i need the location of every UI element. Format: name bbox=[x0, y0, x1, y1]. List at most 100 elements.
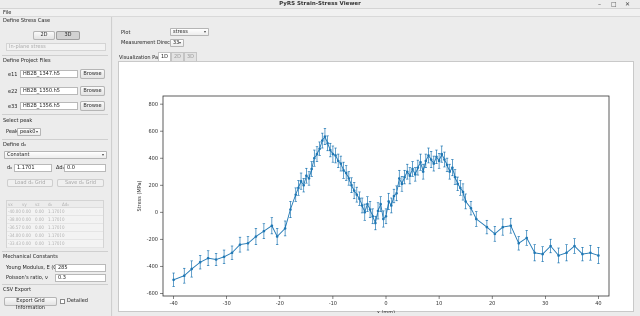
data-point bbox=[302, 183, 306, 187]
y-tick-label: -200 bbox=[147, 237, 158, 243]
tab-2d[interactable]: 2D bbox=[171, 52, 184, 61]
data-point bbox=[427, 154, 430, 157]
table-row[interactable]: -36.57 0.00 0.00 1.1701 0 bbox=[7, 224, 103, 232]
data-point bbox=[190, 267, 193, 271]
plot-label: Plot bbox=[121, 30, 131, 36]
table-cell: 1.1701 bbox=[48, 209, 61, 214]
peak-select-value: peak0 bbox=[20, 129, 36, 135]
data-point bbox=[289, 208, 292, 211]
csv-export-header: CSV Export bbox=[3, 287, 32, 293]
table-cell: 1.1701 bbox=[48, 217, 61, 222]
data-point bbox=[485, 225, 489, 229]
table-row[interactable]: -40.00 0.00 0.00 1.1701 0 bbox=[7, 208, 103, 216]
data-point bbox=[429, 158, 433, 161]
data-point bbox=[315, 152, 319, 156]
data-point bbox=[474, 217, 478, 221]
e22-browse-button[interactable]: Browse bbox=[80, 86, 105, 96]
tab-3d[interactable]: 3D bbox=[184, 52, 197, 61]
column-header: vy bbox=[22, 202, 27, 207]
poisson-ratio-field[interactable]: 0.3 bbox=[55, 274, 106, 282]
data-point bbox=[283, 227, 287, 230]
data-point bbox=[405, 170, 409, 173]
data-point bbox=[347, 177, 351, 180]
table-cell bbox=[77, 224, 103, 231]
delta-d0-field[interactable]: 0.0 bbox=[64, 164, 106, 172]
minimize-icon[interactable]: – bbox=[598, 1, 601, 8]
data-point bbox=[358, 197, 361, 201]
data-point bbox=[172, 278, 175, 282]
data-point bbox=[310, 167, 313, 171]
in-plane-stress-dropdown[interactable]: In-plane stress bbox=[6, 43, 106, 51]
data-point bbox=[443, 158, 446, 161]
e11-file-field[interactable]: HB2B_1347.h5 bbox=[20, 70, 78, 78]
data-point bbox=[411, 167, 414, 171]
tab-1d[interactable]: 1D bbox=[158, 52, 171, 61]
data-point bbox=[421, 170, 425, 173]
table-cell bbox=[77, 232, 103, 239]
e33-file-field[interactable]: HB2B_1356.h5 bbox=[20, 102, 78, 110]
chevron-down-icon: ▾ bbox=[203, 29, 206, 34]
d0-field[interactable]: 1.1701 bbox=[14, 164, 52, 172]
x-tick-label: -40 bbox=[170, 301, 178, 307]
data-point bbox=[408, 174, 412, 178]
table-cell: -34.00 bbox=[8, 233, 21, 238]
detailed-checkbox[interactable] bbox=[60, 299, 65, 304]
data-point bbox=[581, 252, 584, 256]
data-point bbox=[339, 162, 343, 165]
menu-file[interactable]: File bbox=[3, 10, 11, 16]
data-point bbox=[262, 229, 266, 233]
data-point bbox=[387, 200, 390, 203]
table-cell: -40.00 bbox=[8, 209, 21, 214]
poisson-ratio-label: Poisson's ratio, ν bbox=[6, 275, 48, 281]
youngs-modulus-field[interactable]: 285 bbox=[55, 264, 106, 272]
data-point bbox=[440, 152, 444, 156]
export-grid-button[interactable]: Export Grid Information bbox=[4, 297, 57, 311]
data-point bbox=[416, 166, 420, 169]
data-point bbox=[363, 210, 367, 214]
close-icon[interactable]: ✕ bbox=[625, 1, 630, 8]
separator bbox=[2, 114, 108, 115]
data-point bbox=[328, 148, 332, 152]
direction-select[interactable]: 33 ▾ bbox=[170, 39, 184, 47]
d0-mode-value: Constant bbox=[7, 152, 30, 158]
stress-2d-button[interactable]: 2D bbox=[33, 31, 55, 40]
data-point bbox=[464, 200, 467, 203]
detailed-label: Detailed bbox=[67, 298, 88, 304]
data-point bbox=[334, 154, 337, 157]
maximize-icon[interactable]: □ bbox=[611, 1, 617, 8]
plot-select-value: stress bbox=[173, 29, 188, 35]
table-row[interactable]: -34.00 0.00 0.00 1.1701 0 bbox=[7, 232, 103, 240]
plot-select[interactable]: stress ▾ bbox=[170, 28, 209, 36]
data-point bbox=[342, 169, 345, 172]
window-title: PyRS Strain-Stress Viewer bbox=[279, 1, 361, 7]
table-cell: 0.00 bbox=[22, 233, 31, 238]
data-point bbox=[326, 141, 329, 145]
data-point bbox=[182, 274, 186, 278]
d0-label: d₀ bbox=[7, 165, 13, 171]
d0-mode-select[interactable]: Constant ▾ bbox=[4, 151, 107, 159]
load-d0-grid-button[interactable]: Load d₀ Grid bbox=[7, 179, 53, 187]
stress-chart[interactable]: -40 -30 -20 -10 0 10 20 30 40 -600 -400 -200 0 200 400… bbox=[119, 62, 635, 316]
e22-file-field[interactable]: HB2B_1350.h5 bbox=[20, 87, 78, 95]
data-point bbox=[400, 182, 404, 186]
d0-grid-table[interactable]: vx vy vz d₀ Δd₀ -40.00 0.00 0.00 1.1701 … bbox=[6, 200, 104, 248]
e11-browse-button[interactable]: Browse bbox=[80, 69, 105, 79]
column-header bbox=[77, 201, 103, 207]
select-peak-header: Select peak bbox=[3, 118, 33, 124]
data-point bbox=[451, 166, 454, 169]
e11-label: e11 bbox=[8, 72, 18, 78]
data-point bbox=[509, 224, 513, 228]
stress-3d-button[interactable]: 3D bbox=[56, 31, 80, 40]
e33-label: e33 bbox=[8, 104, 18, 110]
column-header: d₀ bbox=[48, 202, 53, 207]
e33-browse-button[interactable]: Browse bbox=[80, 101, 105, 111]
peak-select[interactable]: peak0 ▾ bbox=[17, 128, 41, 136]
table-row[interactable]: -38.00 0.00 0.00 1.1701 0 bbox=[7, 216, 103, 224]
table-cell: 0.00 bbox=[22, 241, 31, 246]
save-d0-grid-button[interactable]: Save d₀ Grid bbox=[57, 179, 104, 187]
table-row[interactable]: -33.43 0.00 0.00 1.1701 0 bbox=[7, 240, 103, 248]
data-point bbox=[435, 155, 438, 159]
table-cell bbox=[77, 240, 103, 247]
title-bar: PyRS Strain-Stress Viewer – □ ✕ bbox=[0, 0, 640, 9]
y-tick-label: 0 bbox=[155, 210, 158, 216]
